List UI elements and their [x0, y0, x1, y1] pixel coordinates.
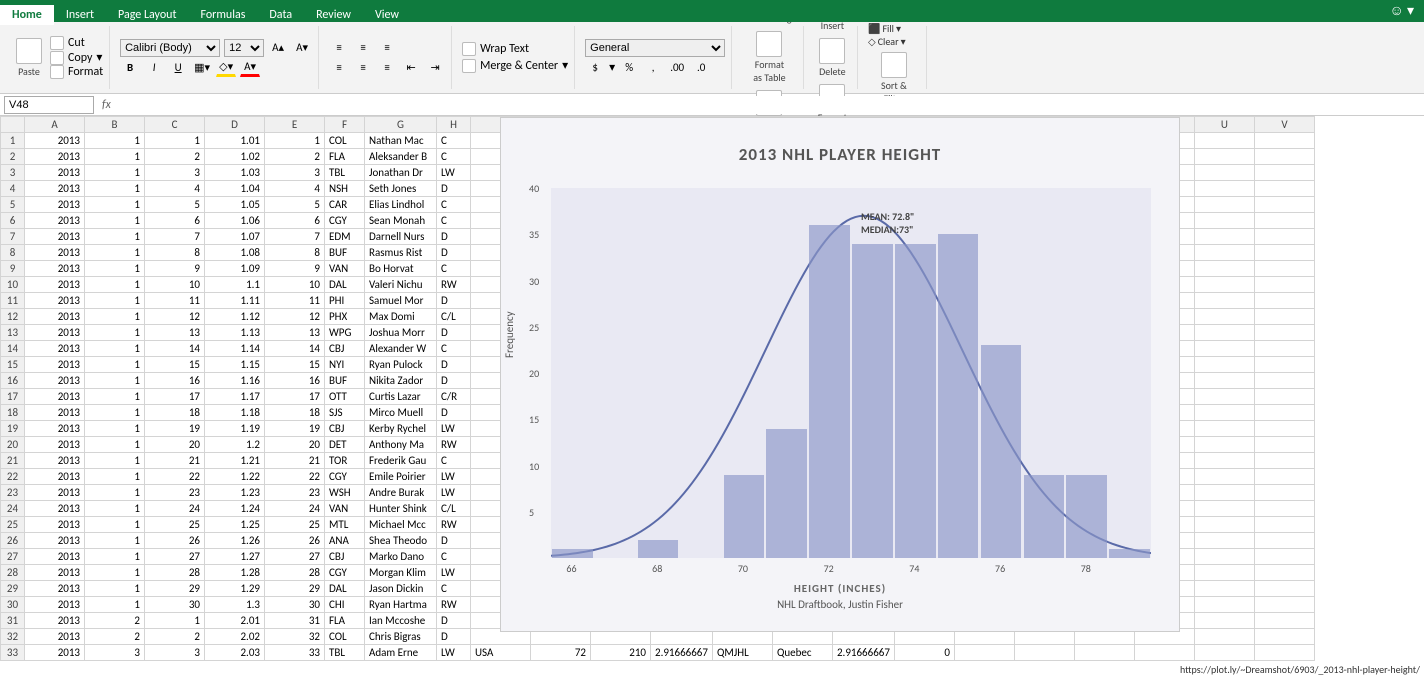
align-middle-button[interactable]: ≡ — [353, 39, 373, 57]
editing-group: ∑ AutoSum ▾ ⬛ Fill ▾ ◇ Clear ▾ Sort & Fi… — [862, 26, 927, 89]
paste-button[interactable]: Paste — [12, 36, 46, 80]
feedback-icon[interactable]: ☺ ▾ — [1390, 2, 1415, 19]
copy-button[interactable]: Copy ▾ — [50, 50, 103, 65]
col-header[interactable]: H — [437, 117, 471, 133]
wrap-text-button[interactable]: Wrap Text — [462, 42, 568, 56]
border-button[interactable]: ▦▾ — [192, 59, 212, 77]
tab-page-layout[interactable]: Page Layout — [106, 5, 188, 25]
chart[interactable]: 2013 NHL PLAYER HEIGHT Frequency 6668707… — [500, 117, 1180, 632]
col-header[interactable]: G — [365, 117, 437, 133]
tab-home[interactable]: Home — [0, 5, 54, 25]
chart-subtitle: NHL Draftbook, Justin Fisher — [501, 598, 1179, 611]
chart-bar — [1066, 475, 1107, 558]
italic-button[interactable]: I — [144, 59, 164, 77]
align-bottom-button[interactable]: ≡ — [377, 39, 397, 57]
number-group: General $▾ % , .00 .0 — [579, 26, 732, 89]
col-header[interactable]: U — [1194, 117, 1254, 133]
bold-button[interactable]: B — [120, 59, 140, 77]
chart-annotations: MEAN: 72.8" MEDIAN:73" — [861, 210, 914, 236]
tab-view[interactable]: View — [363, 5, 411, 25]
font-color-button[interactable]: A▾ — [240, 59, 260, 77]
clear-button[interactable]: ◇ Clear ▾ — [868, 35, 920, 48]
chart-title: 2013 NHL PLAYER HEIGHT — [501, 144, 1179, 165]
align-top-button[interactable]: ≡ — [329, 39, 349, 57]
x-axis-label: HEIGHT (INCHES) — [501, 582, 1179, 595]
decrease-font-button[interactable]: A▾ — [292, 39, 312, 57]
delete-cells-button[interactable]: Delete — [814, 36, 851, 80]
increase-decimal-button[interactable]: .00 — [667, 59, 687, 77]
format-as-table-button[interactable]: Format as Table — [742, 29, 797, 86]
col-header[interactable]: A — [25, 117, 85, 133]
chart-bar — [938, 234, 979, 558]
number-format-select[interactable]: General — [585, 39, 725, 57]
chart-bar — [981, 345, 1022, 558]
cut-button[interactable]: Cut — [50, 36, 103, 50]
worksheet[interactable]: ABCDEFGHIJKLMNOPQRSTUV 12013111.011COLNa… — [0, 116, 1424, 680]
chart-bar — [552, 549, 593, 558]
chart-bar — [809, 225, 850, 558]
tab-data[interactable]: Data — [257, 5, 304, 25]
fx-icon[interactable]: fx — [102, 98, 111, 112]
col-header[interactable]: V — [1254, 117, 1314, 133]
percent-button[interactable]: % — [619, 59, 639, 77]
increase-indent-button[interactable]: ⇥ — [425, 59, 445, 77]
chart-bar — [1024, 475, 1065, 558]
fill-color-button[interactable]: ◇▾ — [216, 59, 236, 77]
name-box[interactable] — [4, 96, 94, 114]
fill-button[interactable]: ⬛ Fill ▾ — [868, 22, 920, 35]
footer-url: https://plot.ly/~Dreamshot/6903/_2013-nh… — [1180, 663, 1420, 676]
y-axis-label: Frequency — [503, 311, 516, 358]
chart-bar — [724, 475, 765, 558]
col-header[interactable]: C — [145, 117, 205, 133]
underline-button[interactable]: U — [168, 59, 188, 77]
currency-button[interactable]: $ — [585, 59, 605, 77]
col-header[interactable]: B — [85, 117, 145, 133]
chart-bar — [852, 244, 893, 559]
ribbon: Paste Cut Copy ▾ Format Calibri (Body) 1… — [0, 22, 1424, 94]
font-name-select[interactable]: Calibri (Body) — [120, 39, 220, 57]
col-header[interactable]: F — [325, 117, 365, 133]
chart-bar — [1109, 549, 1150, 558]
clipboard-group: Paste Cut Copy ▾ Format — [6, 26, 110, 89]
align-center-button[interactable]: ≡ — [353, 59, 373, 77]
increase-font-button[interactable]: A▴ — [268, 39, 288, 57]
comma-button[interactable]: , — [643, 59, 663, 77]
cells-group: Insert Delete Format — [808, 26, 858, 89]
tab-review[interactable]: Review — [304, 5, 363, 25]
align-left-button[interactable]: ≡ — [329, 59, 349, 77]
col-header[interactable]: D — [205, 117, 265, 133]
formula-bar: fx — [0, 94, 1424, 116]
alignment-group: ≡ ≡ ≡ ≡ ≡ ≡ ⇤ ⇥ — [323, 26, 452, 89]
formula-input[interactable] — [115, 96, 1424, 114]
chart-plot-area: 66687072747678510152025303540 — [551, 188, 1151, 558]
decrease-indent-button[interactable]: ⇤ — [401, 59, 421, 77]
format-painter-button[interactable]: Format — [50, 65, 103, 79]
styles-group: Conditional Formatting Format as Table C… — [736, 26, 804, 89]
chart-bar — [895, 244, 936, 559]
chart-bar — [638, 540, 679, 559]
font-group: Calibri (Body) 12 A▴ A▾ B I U ▦▾ ◇▾ A▾ — [114, 26, 319, 89]
ribbon-tabbar: HomeInsertPage LayoutFormulasDataReviewV… — [0, 0, 1424, 22]
font-size-select[interactable]: 12 — [224, 39, 264, 57]
tab-insert[interactable]: Insert — [54, 5, 106, 25]
chart-bar — [766, 429, 807, 559]
table-row[interactable]: 332013332.0333TBLAdam ErneLWUSA722102.91… — [1, 645, 1315, 661]
tab-formulas[interactable]: Formulas — [188, 5, 257, 25]
col-header[interactable]: E — [265, 117, 325, 133]
align-right-button[interactable]: ≡ — [377, 59, 397, 77]
merge-center-button[interactable]: Merge & Center ▾ — [462, 58, 568, 73]
decrease-decimal-button[interactable]: .0 — [691, 59, 711, 77]
